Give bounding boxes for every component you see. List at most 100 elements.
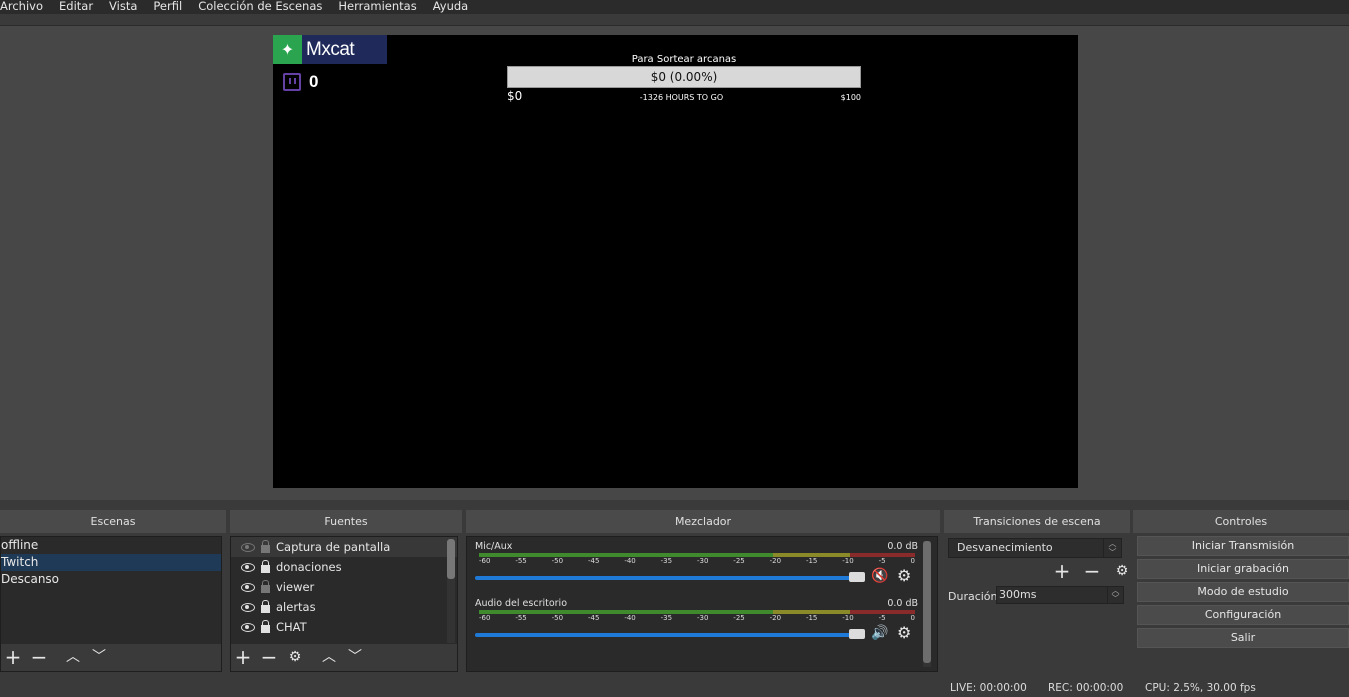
remove-transition-button[interactable]: − (1082, 561, 1102, 582)
visibility-icon[interactable] (241, 602, 255, 612)
meter-tick: -35 (660, 557, 673, 565)
speaker-icon[interactable]: 🔊 (871, 625, 889, 641)
meter-tick: -25 (733, 614, 745, 622)
gear-icon[interactable]: ⚙ (1112, 562, 1132, 582)
mixer-scrollbar[interactable] (923, 541, 931, 667)
goal-end: $100 (840, 93, 861, 102)
unlocked-icon[interactable] (261, 540, 270, 553)
goal-remaining: -1326 HOURS TO GO (639, 93, 724, 102)
meter-tick: -45 (587, 614, 600, 622)
meter-tick: -20 (769, 614, 782, 622)
transitions-toolbar: + − ⚙ (1052, 561, 1132, 582)
meter-tick: -15 (805, 557, 818, 565)
source-label: CHAT (276, 620, 307, 634)
volume-slider-handle[interactable] (849, 572, 865, 582)
menu-herramientas[interactable]: Herramientas (338, 0, 424, 14)
controls-dock: Controles Iniciar Transmisión Iniciar gr… (1133, 510, 1349, 672)
meter-tick: -40 (624, 614, 636, 622)
muted-speaker-icon[interactable]: 🔇 (871, 568, 889, 584)
goal-footer: $0 -1326 HOURS TO GO $100 (507, 89, 861, 103)
lock-icon[interactable] (261, 620, 270, 633)
preview-canvas[interactable]: ✦ Mxcat 0 Para Sortear arcanas $0 (0.00%… (273, 35, 1078, 488)
scenes-dock: Escenas offline Twitch Descanso + − ︿ ﹀ (0, 510, 226, 672)
meter-tick: -50 (551, 614, 564, 622)
controls-body: Iniciar Transmisión Iniciar grabación Mo… (1133, 536, 1349, 672)
start-streaming-button[interactable]: Iniciar Transmisión (1137, 536, 1349, 556)
exit-button[interactable]: Salir (1137, 628, 1349, 648)
mixer-dock: Mezclador Mic/Aux 0.0 dB -60 -55 -50 -45 -40… (466, 510, 940, 672)
lock-icon[interactable] (261, 600, 270, 613)
move-up-icon[interactable]: ︿ (63, 648, 83, 668)
chevron-updown-icon[interactable]: ︿ ﹀ (1103, 539, 1121, 557)
menu-vista[interactable]: Vista (109, 0, 145, 14)
status-bar: LIVE: 00:00:00 REC: 00:00:00 CPU: 2.5%, … (0, 680, 1349, 697)
menu-archivo[interactable]: Archivo (0, 0, 51, 14)
move-up-icon[interactable]: ︿ (319, 648, 339, 668)
visibility-icon[interactable] (241, 622, 255, 632)
transitions-dock: Transiciones de escena Desvanecimiento ︿… (944, 510, 1130, 672)
meter-tick: -60 (479, 614, 491, 622)
meter-tick: -35 (660, 614, 673, 622)
meter-tick: -10 (842, 614, 854, 622)
menu-editar[interactable]: Editar (59, 0, 101, 14)
remove-source-button[interactable]: − (259, 647, 279, 668)
meter-tick: -25 (733, 557, 745, 565)
studio-mode-button[interactable]: Modo de estudio (1137, 582, 1349, 602)
channel-name: Mic/Aux (475, 541, 513, 552)
transition-select[interactable]: Desvanecimiento ︿ ﹀ (948, 538, 1122, 558)
meter-tick: -15 (805, 614, 818, 622)
sources-toolbar: + − ⚙ ︿ ﹀ (231, 644, 457, 671)
mixer-title: Mezclador (466, 510, 940, 533)
menu-perfil[interactable]: Perfil (153, 0, 190, 14)
brand-name: Mxcat (306, 38, 355, 60)
duration-value: 300ms (999, 588, 1037, 601)
scene-item[interactable]: Twitch (1, 554, 221, 571)
spin-arrows-icon[interactable]: ︿ ﹀ (1107, 587, 1123, 603)
mixer-body: Mic/Aux 0.0 dB -60 -55 -50 -45 -40 -35 -30 -25 -… (466, 536, 938, 672)
donation-goal: Para Sortear arcanas $0 (0.00%) $0 -1326… (507, 54, 861, 103)
start-recording-button[interactable]: Iniciar grabación (1137, 559, 1349, 579)
source-item[interactable]: CHAT (231, 617, 457, 637)
gear-icon[interactable]: ⚙ (285, 648, 305, 668)
unlocked-icon[interactable] (261, 580, 270, 593)
menu-ayuda[interactable]: Ayuda (433, 0, 477, 14)
volume-slider-handle[interactable] (849, 629, 865, 639)
gear-icon[interactable]: ⚙ (897, 568, 913, 584)
visibility-hidden-icon[interactable] (241, 542, 255, 552)
remove-scene-button[interactable]: − (29, 647, 49, 668)
channel-db: 0.0 dB (887, 541, 918, 552)
sources-scrollbar[interactable] (447, 539, 455, 643)
source-label: alertas (276, 600, 316, 614)
meter-tick: -30 (696, 614, 709, 622)
settings-button[interactable]: Configuración (1137, 605, 1349, 625)
transitions-body: Desvanecimiento ︿ ﹀ + − ⚙ Duración 300ms … (944, 536, 1130, 672)
add-source-button[interactable]: + (233, 647, 253, 668)
visibility-icon[interactable] (241, 582, 255, 592)
meter-tick: -30 (696, 557, 709, 565)
gear-icon[interactable]: ⚙ (897, 625, 913, 641)
source-item[interactable]: alertas (231, 597, 457, 617)
visibility-icon[interactable] (241, 562, 255, 572)
add-transition-button[interactable]: + (1052, 561, 1072, 582)
lock-icon[interactable] (261, 560, 270, 573)
scene-item[interactable]: Descanso (1, 571, 221, 588)
scene-item[interactable]: offline (1, 537, 221, 554)
move-down-icon[interactable]: ﹀ (89, 648, 109, 668)
menu-coleccion-escenas[interactable]: Colección de Escenas (198, 0, 330, 14)
add-scene-button[interactable]: + (3, 647, 23, 668)
rec-status: REC: 00:00:00 (1048, 682, 1124, 694)
meter-tick: -55 (515, 557, 527, 565)
mixer-channel: Mic/Aux 0.0 dB -60 -55 -50 -45 -40 -35 -30 -25 -… (473, 541, 918, 597)
move-down-icon[interactable]: ﹀ (345, 648, 365, 668)
duration-input[interactable]: 300ms ︿ ﹀ (996, 586, 1124, 604)
source-label: Captura de pantalla (276, 540, 391, 554)
volume-slider[interactable] (475, 576, 865, 580)
source-item[interactable]: viewer (231, 577, 457, 597)
mixer-channel: Audio del escritorio 0.0 dB -60 -55 -50 -45… (473, 598, 918, 654)
volume-slider[interactable] (475, 633, 865, 637)
source-item[interactable]: donaciones (231, 557, 457, 577)
twitch-icon (283, 73, 301, 91)
source-label: viewer (276, 580, 315, 594)
source-item[interactable]: Captura de pantalla (231, 537, 457, 557)
live-status: LIVE: 00:00:00 (950, 682, 1027, 694)
